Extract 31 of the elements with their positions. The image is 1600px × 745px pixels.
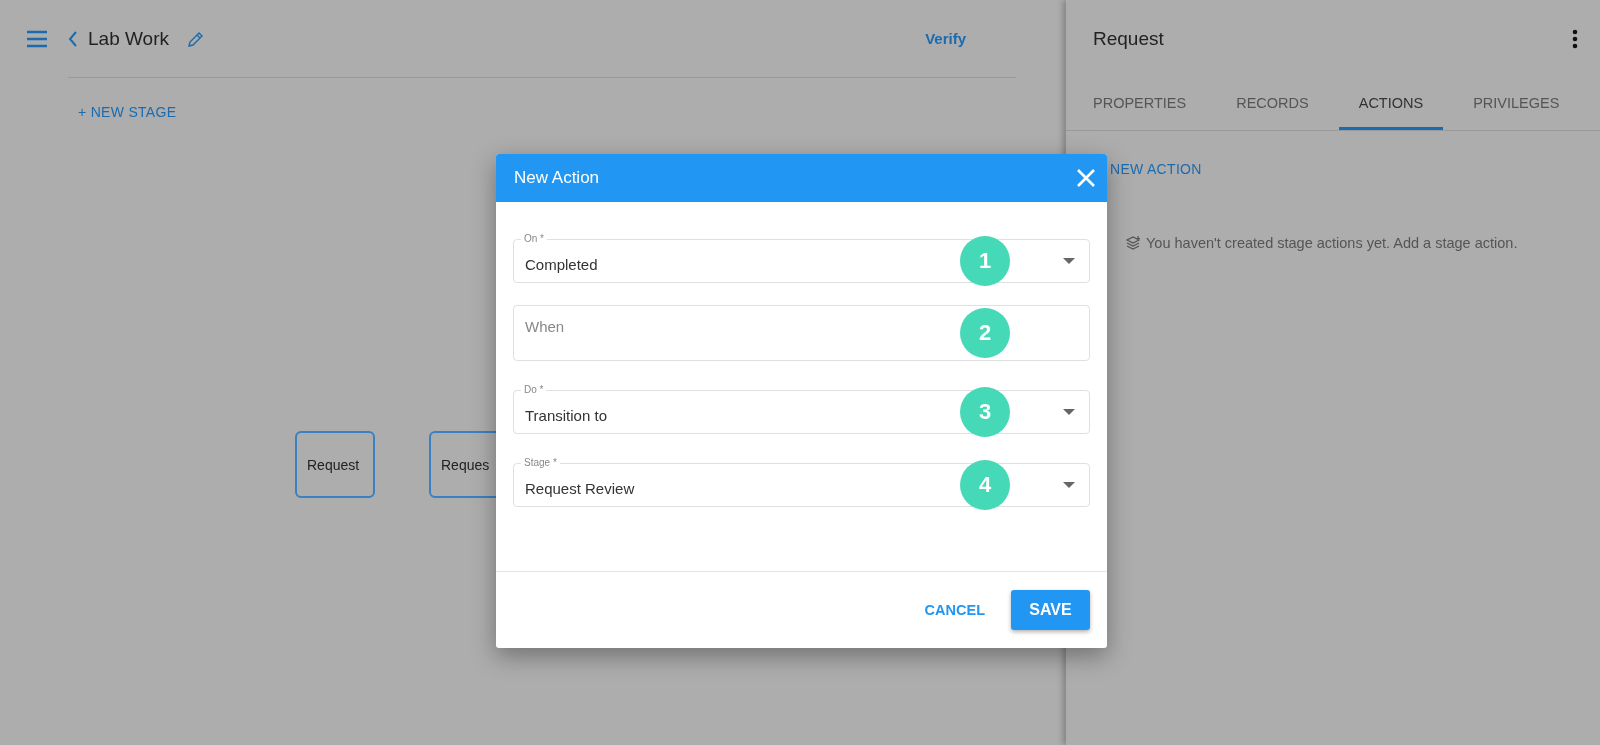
dialog-title: New Action: [514, 168, 601, 188]
caret-icon: [1063, 409, 1075, 415]
stage-node[interactable]: Request: [295, 431, 375, 498]
more-icon[interactable]: [1572, 29, 1578, 49]
number-badge: 4: [960, 460, 1010, 510]
tab[interactable]: PRIVILEGES: [1453, 78, 1580, 130]
field-value: Request Review: [525, 479, 635, 497]
caret-icon: [1063, 258, 1075, 264]
menu-icon[interactable]: [26, 30, 48, 48]
new-action-link[interactable]: NEW ACTION: [1110, 161, 1202, 177]
empty-message: You haven't created stage actions yet. Add a stage action.: [1146, 235, 1518, 251]
caret-icon: [1063, 482, 1075, 488]
verify-button[interactable]: Verify: [919, 29, 972, 48]
field-value: Transition to: [525, 406, 607, 424]
back-icon[interactable]: [68, 30, 78, 47]
close-button[interactable]: [1075, 167, 1097, 189]
new-stage-link[interactable]: + NEW STAGE: [78, 104, 177, 120]
field-label: On *: [521, 232, 547, 245]
field-label: Stage *: [521, 456, 560, 469]
field-label: Do *: [521, 383, 547, 396]
cancel-button[interactable]: CANCEL: [916, 592, 993, 628]
tab[interactable]: ACTIONS: [1338, 78, 1444, 130]
field-value: Completed: [525, 255, 598, 273]
number-badge: 1: [960, 236, 1010, 286]
panel-title: Request: [1093, 28, 1165, 50]
layers-icon: [1126, 236, 1142, 250]
page-title: Lab Work: [88, 27, 169, 50]
number-badge: 3: [960, 387, 1010, 437]
save-button[interactable]: SAVE: [1011, 590, 1090, 630]
tab[interactable]: PROPERTIES: [1073, 78, 1207, 130]
tab[interactable]: RECORDS: [1216, 78, 1329, 130]
